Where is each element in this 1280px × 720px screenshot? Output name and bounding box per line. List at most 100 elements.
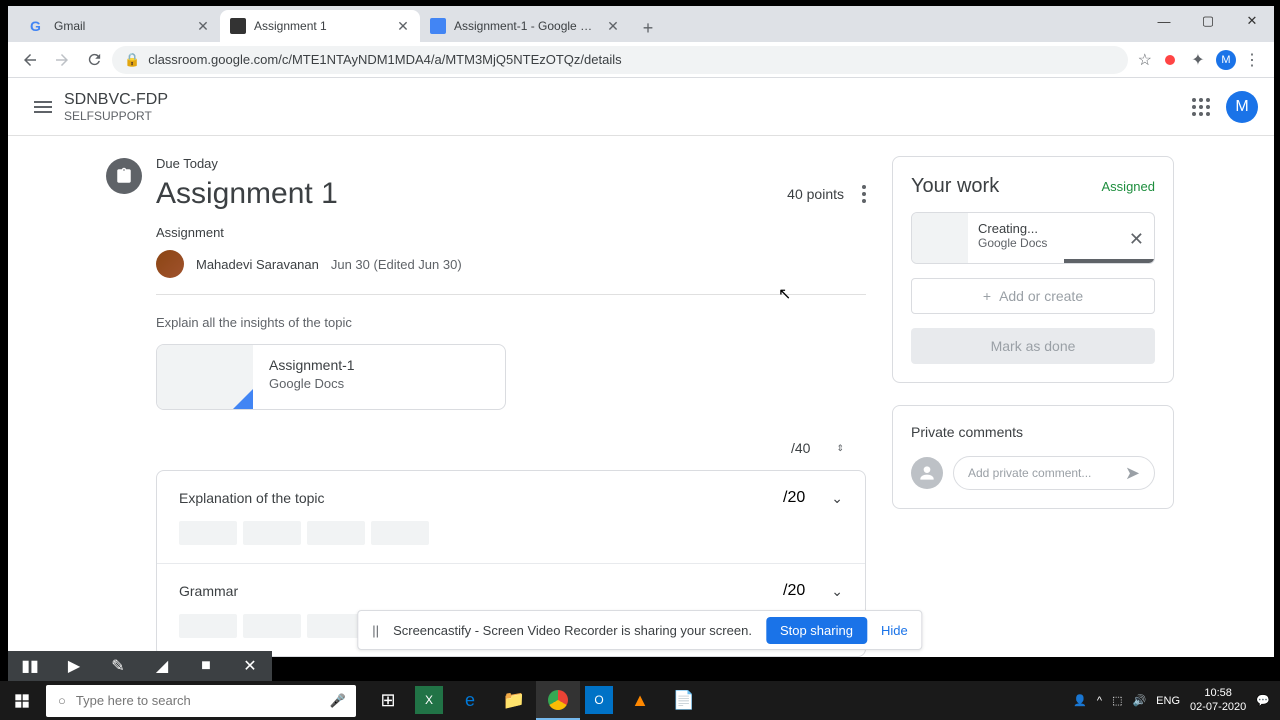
author-name: Mahadevi Saravanan [196, 257, 319, 272]
play-button[interactable]: ▶ [52, 651, 96, 681]
edit-button[interactable]: ✎ [96, 651, 140, 681]
new-tab-button[interactable]: + [634, 14, 662, 42]
menu-icon[interactable] [24, 101, 64, 113]
recorder-controls: ▮▮ ▶ ✎ ◢ ■ ✕ [8, 651, 272, 681]
language-indicator[interactable]: ENG [1156, 695, 1180, 707]
chevron-down-icon[interactable]: ⌄ [831, 490, 843, 507]
classroom-favicon [230, 18, 246, 34]
total-score: /40 [791, 440, 810, 456]
work-name: Creating... [978, 221, 1144, 236]
account-avatar[interactable]: M [1226, 91, 1258, 123]
minimize-button[interactable]: — [1142, 6, 1186, 36]
url-field[interactable]: 🔒 classroom.google.com/c/MTE1NTAyNDM1MDA… [112, 46, 1128, 74]
erase-button[interactable]: ◢ [140, 651, 184, 681]
cortana-icon: ○ [58, 693, 66, 708]
classroom-header: SDNBVC-FDP SELFSUPPORT M [8, 78, 1274, 136]
class-subtitle: SELFSUPPORT [64, 109, 1192, 123]
attachment-card[interactable]: Assignment-1 Google Docs [156, 344, 506, 410]
close-icon[interactable]: ✕ [196, 19, 210, 33]
rubric-criterion[interactable]: Explanation of the topic /20 ⌄ [157, 471, 865, 564]
stop-sharing-button[interactable]: Stop sharing [766, 617, 867, 644]
more-options-icon[interactable] [862, 185, 866, 203]
apps-icon[interactable] [1192, 98, 1210, 116]
network-icon[interactable]: ⬚ [1112, 694, 1122, 707]
task-view-icon[interactable]: ⊞ [366, 681, 410, 720]
vlc-icon[interactable]: ▲ [618, 681, 662, 720]
explorer-icon[interactable]: 📁 [492, 681, 536, 720]
excel-icon[interactable]: X [415, 686, 443, 714]
comment-input[interactable]: Add private comment... ➤ [953, 456, 1155, 490]
class-title: SDNBVC-FDP [64, 91, 1192, 109]
rubric-score: /20 [783, 489, 805, 507]
share-text: Screencastify - Screen Video Recorder is… [393, 623, 752, 638]
expand-all-icon[interactable]: ⇕ [836, 443, 844, 454]
assignment-type: Assignment [156, 225, 866, 240]
tab-title: Assignment 1 [254, 19, 388, 33]
due-date: Due Today [156, 156, 866, 171]
forward-button[interactable] [48, 46, 76, 74]
star-icon[interactable]: ☆ [1138, 50, 1152, 70]
time: 10:58 [1190, 687, 1246, 700]
date: 02-07-2020 [1190, 701, 1246, 714]
taskbar: ○ Type here to search 🎤 ⊞ X e 📁 O ▲ 📄 👤 … [0, 681, 1280, 720]
close-recorder-button[interactable]: ✕ [228, 651, 272, 681]
screen-share-banner: || Screencastify - Screen Video Recorder… [357, 610, 922, 650]
webcam-button[interactable]: ■ [184, 651, 228, 681]
your-work-card: Your work Assigned Creating... Google Do… [892, 156, 1174, 383]
tab-assignment[interactable]: Assignment 1 ✕ [220, 10, 420, 42]
notepad-icon[interactable]: 📄 [662, 681, 706, 720]
work-type: Google Docs [978, 236, 1144, 250]
add-create-label: Add or create [999, 288, 1083, 304]
clock[interactable]: 10:58 02-07-2020 [1190, 687, 1246, 713]
chevron-down-icon[interactable]: ⌄ [831, 583, 843, 600]
start-button[interactable] [0, 681, 44, 720]
notifications-icon[interactable]: 💬 [1256, 694, 1270, 707]
close-window-button[interactable]: ✕ [1230, 6, 1274, 36]
close-icon[interactable]: ✕ [606, 19, 620, 33]
close-icon[interactable]: ✕ [396, 19, 410, 33]
chrome-menu-icon[interactable]: ⋮ [1244, 50, 1260, 70]
tab-docs[interactable]: Assignment-1 - Google Docs ✕ [420, 10, 630, 42]
rubric-score: /20 [783, 582, 805, 600]
comment-placeholder: Add private comment... [968, 466, 1125, 480]
tab-title: Assignment-1 - Google Docs [454, 19, 598, 33]
tab-gmail[interactable]: G Gmail ✕ [20, 10, 220, 42]
attachment-thumbnail [157, 345, 253, 409]
chrome-icon[interactable] [536, 681, 580, 720]
class-info[interactable]: SDNBVC-FDP SELFSUPPORT [64, 91, 1192, 123]
pause-icon: || [372, 623, 379, 638]
tray-up-icon[interactable]: ^ [1097, 695, 1102, 707]
screencastify-icon[interactable] [1160, 50, 1180, 70]
work-attachment[interactable]: Creating... Google Docs ✕ [911, 212, 1155, 264]
extensions-icon[interactable]: ✦ [1188, 50, 1208, 70]
maximize-button[interactable]: ▢ [1186, 6, 1230, 36]
remove-attachment-icon[interactable]: ✕ [1129, 229, 1144, 250]
search-input[interactable]: ○ Type here to search 🎤 [46, 685, 356, 717]
pause-button[interactable]: ▮▮ [8, 651, 52, 681]
people-icon[interactable]: 👤 [1073, 694, 1087, 707]
assignment-title: Assignment 1 [156, 177, 338, 211]
edge-icon[interactable]: e [448, 681, 492, 720]
address-bar: 🔒 classroom.google.com/c/MTE1NTAyNDM1MDA… [8, 42, 1274, 78]
your-work-heading: Your work [911, 175, 999, 198]
mark-done-label: Mark as done [991, 338, 1076, 354]
assignment-icon [106, 158, 142, 194]
status-badge: Assigned [1102, 179, 1155, 194]
back-button[interactable] [16, 46, 44, 74]
mic-icon[interactable]: 🎤 [330, 693, 346, 709]
url-text: classroom.google.com/c/MTE1NTAyNDM1MDA4/… [148, 52, 621, 67]
post-date: Jun 30 (Edited Jun 30) [331, 257, 462, 272]
gmail-favicon: G [30, 18, 46, 34]
reload-button[interactable] [80, 46, 108, 74]
profile-avatar[interactable]: M [1216, 50, 1236, 70]
mark-done-button[interactable]: Mark as done [911, 328, 1155, 364]
outlook-icon[interactable]: O [585, 686, 613, 714]
author-avatar [156, 250, 184, 278]
volume-icon[interactable]: 🔊 [1132, 694, 1146, 707]
tab-title: Gmail [54, 19, 188, 33]
hide-banner-button[interactable]: Hide [881, 623, 908, 638]
points-label: 40 points [787, 186, 844, 202]
add-create-button[interactable]: + Add or create [911, 278, 1155, 314]
send-icon[interactable]: ➤ [1125, 463, 1140, 484]
assignment-main: Due Today Assignment 1 40 points Assignm… [106, 156, 866, 657]
